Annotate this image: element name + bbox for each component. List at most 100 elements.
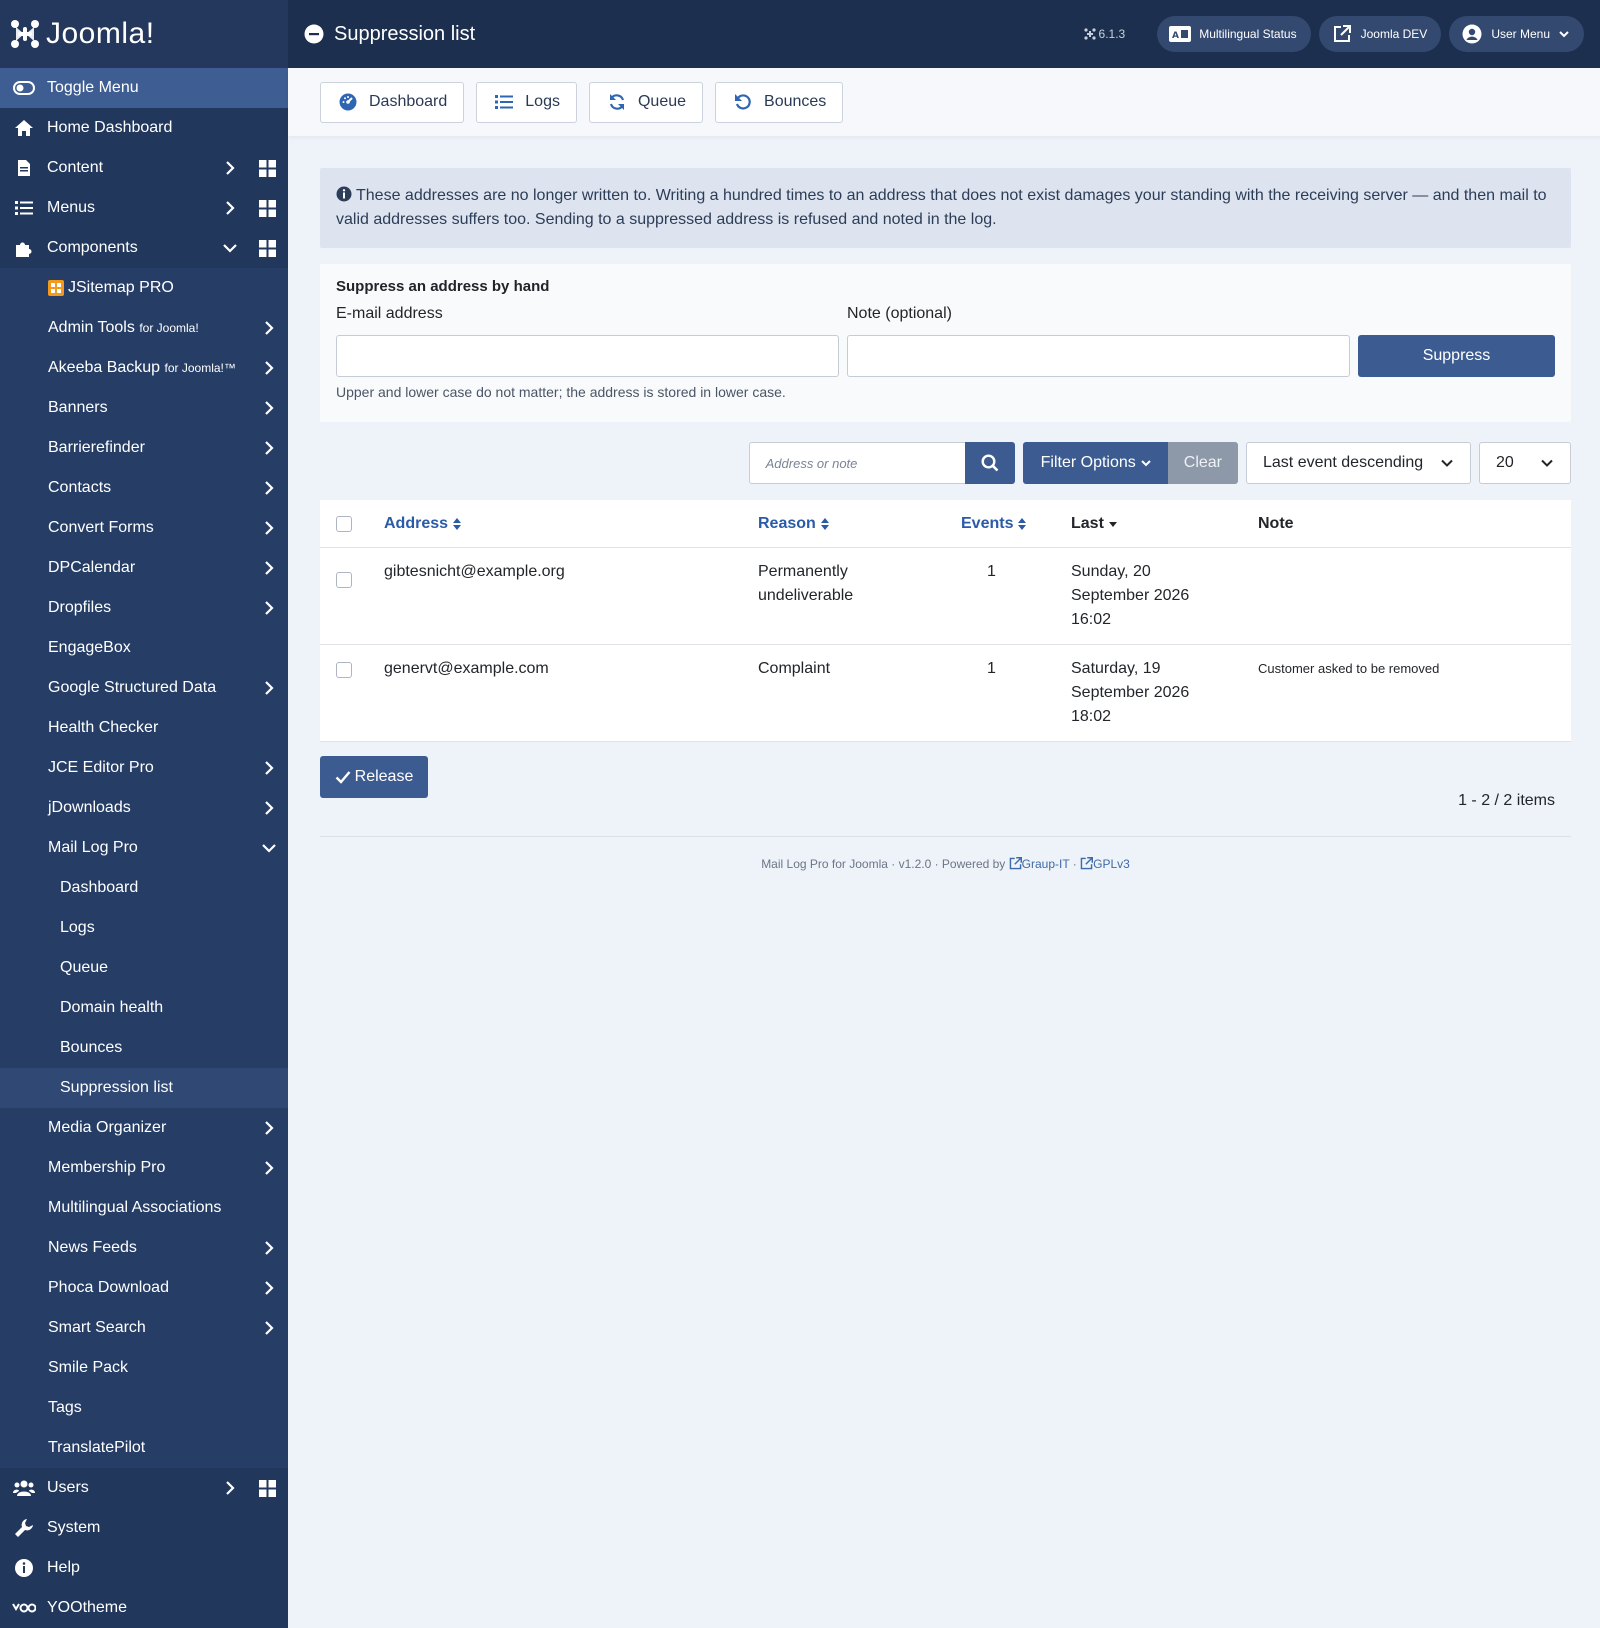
ordering-select[interactable]: Last event descending [1246,442,1471,484]
chevron-right-icon[interactable] [220,1478,240,1498]
sidebar-item-label: System [47,1519,101,1536]
sidebar-item-convert-forms[interactable]: Convert Forms [0,508,288,548]
chevron-right-icon[interactable] [259,518,279,538]
chevron-right-icon[interactable] [259,478,279,498]
limit-select[interactable]: 20 [1479,442,1571,484]
chevron-right-icon[interactable] [259,1278,279,1298]
dashboard-grid-icon[interactable] [259,240,276,257]
sidebar-item-tags[interactable]: Tags [0,1388,288,1428]
refresh-icon [606,91,628,113]
email-field[interactable] [336,335,839,377]
sidebar-item-health-checker[interactable]: Health Checker [0,708,288,748]
search-input[interactable]: Address or note [748,442,965,484]
search-button[interactable] [964,442,1015,484]
footer-link-graup[interactable]: Graup-IT [1009,857,1073,871]
sidebar-item-news-feeds[interactable]: News Feeds [0,1228,288,1268]
clear-button[interactable]: Clear [1167,442,1238,484]
sidebar-item-menus[interactable]: Menus [0,188,288,228]
multilingual-status-button[interactable]: A Multilingual Status [1157,16,1311,52]
sidebar-item-admin-tools[interactable]: Admin Tools for Joomla! [0,308,288,348]
sidebar-item-yootheme[interactable]: YOOtheme [0,1588,288,1628]
toggle-menu[interactable]: Toggle Menu [0,68,288,108]
logo-text: Joomla! [46,17,155,50]
sidebar-item-banners[interactable]: Banners [0,388,288,428]
sidebar-item-translatepilot[interactable]: TranslatePilot [0,1428,288,1468]
chevron-right-icon[interactable] [259,438,279,458]
chevron-right-icon[interactable] [259,678,279,698]
queue-button[interactable]: Queue [588,81,704,123]
sidebar-item-mail-log-pro[interactable]: Mail Log Pro [0,828,288,868]
sidebar-item-jsitemap[interactable]: JSitemap PRO [0,268,288,308]
chevron-right-icon[interactable] [259,798,279,818]
sort-reason[interactable]: Reason [758,515,830,533]
sidebar-item-maillog-suppression[interactable]: Suppression list [0,1068,288,1108]
sidebar-item-phoca-download[interactable]: Phoca Download [0,1268,288,1308]
chevron-right-icon[interactable] [259,1158,279,1178]
chevron-right-icon[interactable] [259,558,279,578]
dashboard-grid-icon[interactable] [259,160,276,177]
chevron-right-icon[interactable] [259,398,279,418]
sidebar-item-media-organizer[interactable]: Media Organizer [0,1108,288,1148]
dashboard-grid-icon[interactable] [259,1480,276,1497]
sidebar-item-maillog-dashboard[interactable]: Dashboard [0,868,288,908]
sidebar-item-smart-search[interactable]: Smart Search [0,1308,288,1348]
puzzle-icon [12,236,36,260]
sidebar-item-components[interactable]: Components [0,228,288,268]
sidebar-item-jdownloads[interactable]: jDownloads [0,788,288,828]
wrench-icon [12,1516,36,1540]
row-checkbox[interactable] [336,572,352,588]
sidebar-item-membership-pro[interactable]: Membership Pro [0,1148,288,1188]
row-checkbox[interactable] [336,662,352,678]
sidebar-item-maillog-domain-health[interactable]: Domain health [0,988,288,1028]
chevron-down-icon[interactable] [220,238,240,258]
sort-events[interactable]: Events [961,515,1027,533]
chevron-right-icon[interactable] [259,358,279,378]
sidebar-item-home[interactable]: Home Dashboard [0,108,288,148]
check-icon [335,771,351,784]
bounces-button[interactable]: Bounces [715,81,844,123]
chevron-right-icon[interactable] [259,318,279,338]
sidebar-item-contacts[interactable]: Contacts [0,468,288,508]
chevron-right-icon[interactable] [259,758,279,778]
sidebar-item-maillog-bounces[interactable]: Bounces [0,1028,288,1068]
select-all-checkbox[interactable] [336,516,352,532]
sort-address[interactable]: Address [384,515,462,533]
chevron-right-icon[interactable] [259,598,279,618]
sidebar-item-content[interactable]: Content [0,148,288,188]
header-address: Address [384,514,449,532]
sidebar-item-google-structured-data[interactable]: Google Structured Data [0,668,288,708]
dashboard-grid-icon[interactable] [259,200,276,217]
site-link-button[interactable]: Joomla DEV [1318,16,1442,52]
chevron-right-icon[interactable] [220,198,240,218]
suppress-button[interactable]: Suppress [1358,335,1555,377]
chevron-right-icon[interactable] [259,1318,279,1338]
note-field[interactable] [847,335,1350,377]
joomla-logo[interactable]: Joomla! [0,0,288,68]
footer-link-gpl[interactable]: GPLv3 [1080,857,1130,871]
list-icon [12,196,36,220]
sidebar-item-engagebox[interactable]: EngageBox [0,628,288,668]
chevron-right-icon[interactable] [220,158,240,178]
sidebar-item-jce-editor[interactable]: JCE Editor Pro [0,748,288,788]
chevron-down-icon [1559,31,1569,38]
chevron-down-icon[interactable] [259,838,279,858]
dashboard-button[interactable]: Dashboard [320,81,465,123]
sidebar-item-help[interactable]: Help [0,1548,288,1588]
user-menu-button[interactable]: User Menu [1449,16,1584,52]
sidebar-item-users[interactable]: Users [0,1468,288,1508]
sidebar-item-multilingual-associations[interactable]: Multilingual Associations [0,1188,288,1228]
sidebar-item-system[interactable]: System [0,1508,288,1548]
sidebar-item-smile-pack[interactable]: Smile Pack [0,1348,288,1388]
row-address: genervt@example.com [384,660,549,677]
filter-options-button[interactable]: Filter Options [1022,442,1168,484]
sidebar-item-maillog-logs[interactable]: Logs [0,908,288,948]
sidebar-item-akeeba[interactable]: Akeeba Backup for Joomla!™ [0,348,288,388]
sidebar-item-dpcalendar[interactable]: DPCalendar [0,548,288,588]
logs-button[interactable]: Logs [476,81,577,123]
sidebar-item-dropfiles[interactable]: Dropfiles [0,588,288,628]
sidebar-item-maillog-queue[interactable]: Queue [0,948,288,988]
sort-last[interactable]: Last [1071,515,1118,533]
sidebar-item-barrierefinder[interactable]: Barrierefinder [0,428,288,468]
chevron-right-icon[interactable] [259,1118,279,1138]
chevron-right-icon[interactable] [259,1238,279,1258]
